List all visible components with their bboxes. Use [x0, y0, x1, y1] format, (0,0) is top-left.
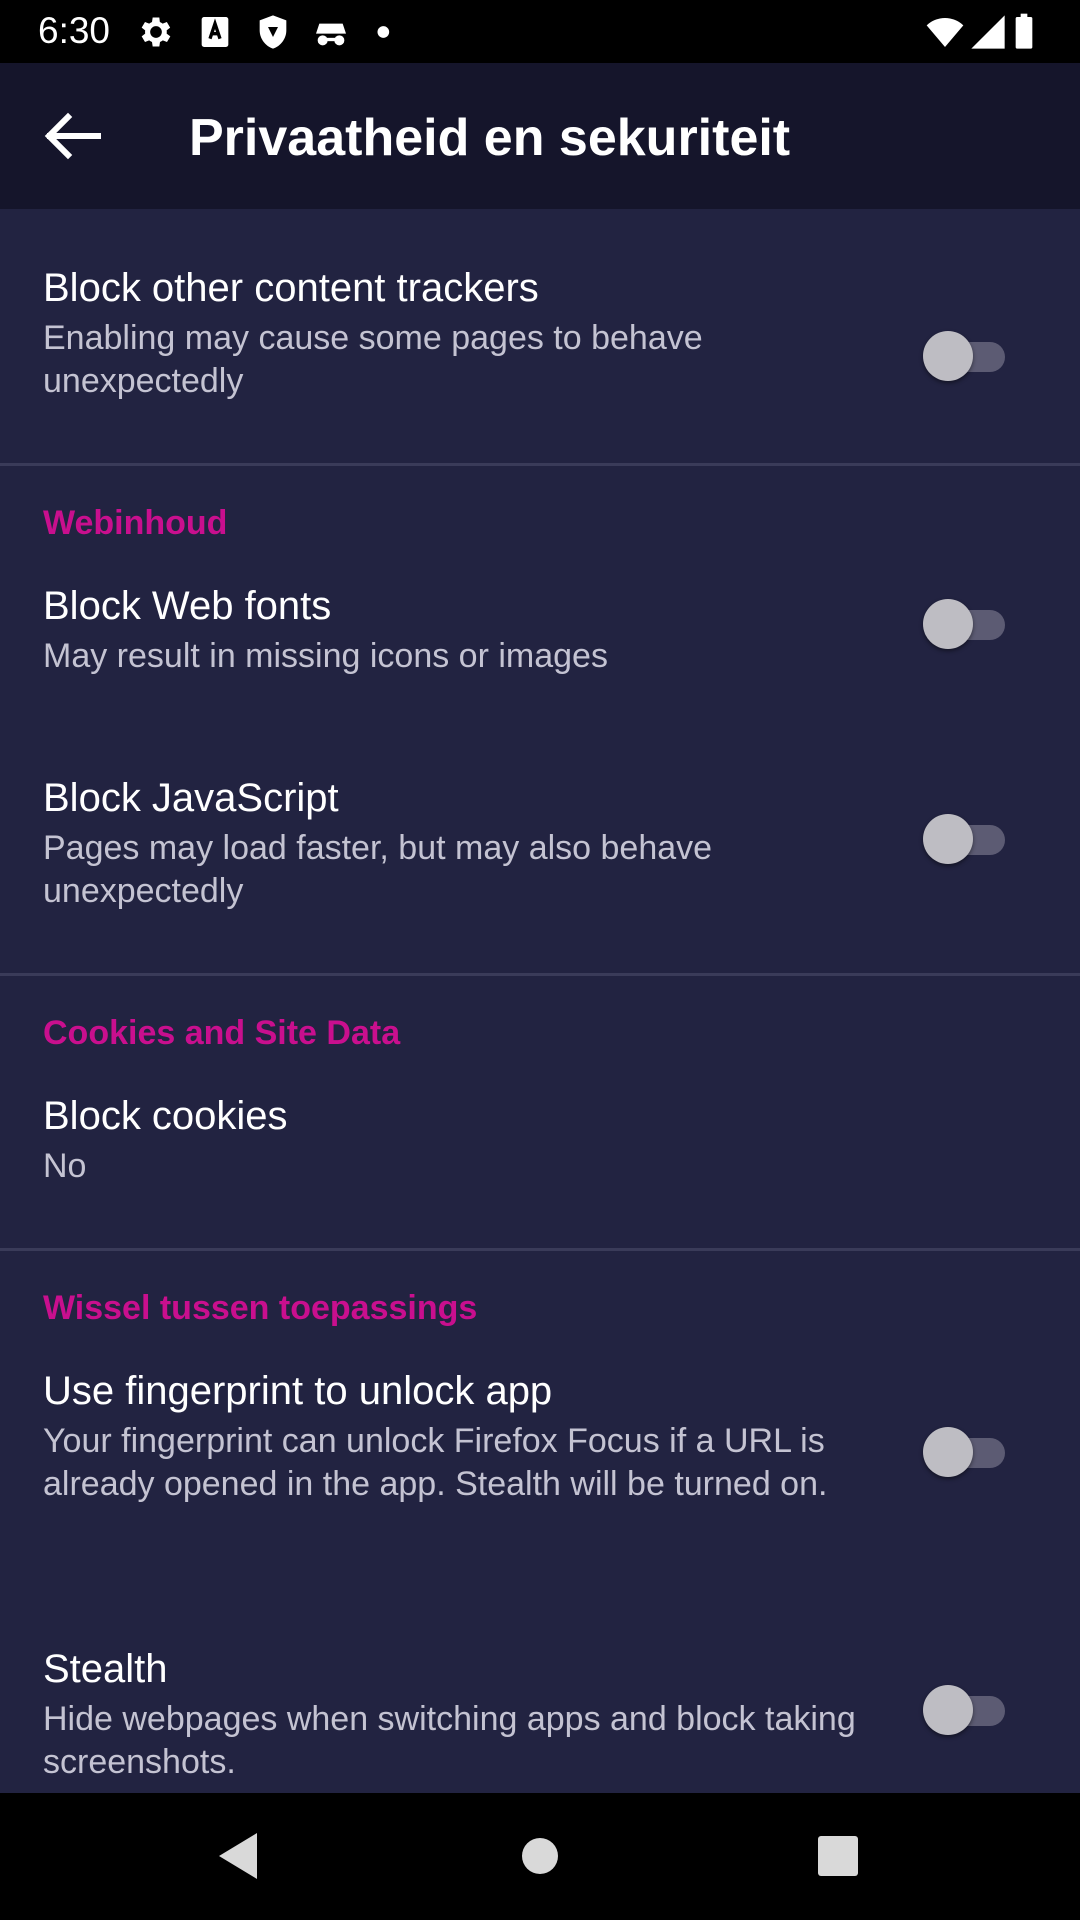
block-javascript-switch[interactable] [923, 814, 1009, 864]
translate-a-icon [195, 12, 235, 52]
divider [0, 1248, 1080, 1251]
divider [0, 463, 1080, 466]
fingerprint-unlock-switch[interactable] [923, 1427, 1009, 1477]
pref-title: Block Web fonts [43, 584, 332, 628]
app-bar: Privaatheid en sekuriteit [0, 63, 1080, 209]
pref-summary: May result in missing icons or images [43, 637, 608, 675]
switch-thumb [923, 1427, 973, 1477]
status-bar: 6:30 [0, 0, 1080, 63]
arrow-left-icon [44, 112, 101, 160]
triangle-back-icon [219, 1833, 257, 1879]
pref-title: Block other content trackers [43, 266, 539, 310]
wifi-icon [925, 12, 965, 52]
section-header-wissel: Wissel tussen toepassings [43, 1289, 478, 1327]
status-time: 6:30 [38, 10, 111, 51]
cell-signal-icon [968, 12, 1008, 52]
pref-block-javascript[interactable]: Block JavaScript Pages may load faster, … [0, 774, 1080, 924]
page-title: Privaatheid en sekuriteit [189, 109, 791, 167]
pref-fingerprint-unlock[interactable]: Use fingerprint to unlock app Your finge… [0, 1367, 1080, 1557]
section-header-webinhoud: Webinhoud [43, 504, 228, 542]
settings-list[interactable]: Block other content trackers Enabling ma… [0, 209, 1080, 1793]
nav-recents-button[interactable] [803, 1821, 873, 1891]
dot-icon [370, 12, 410, 52]
pref-summary: Hide webpages when switching apps and bl… [43, 1700, 856, 1781]
switch-thumb [923, 1685, 973, 1735]
block-web-fonts-switch[interactable] [923, 599, 1009, 649]
stealth-switch[interactable] [923, 1685, 1009, 1735]
pref-summary: Pages may load faster, but may also beha… [43, 829, 713, 910]
pref-stealth[interactable]: Stealth Hide webpages when switching app… [0, 1645, 1080, 1793]
pref-block-cookies[interactable]: Block cookies No [0, 1092, 1080, 1202]
divider [0, 973, 1080, 976]
pref-title: Use fingerprint to unlock app [43, 1369, 553, 1413]
nav-back-button[interactable] [203, 1821, 273, 1891]
battery-icon [1012, 12, 1042, 52]
section-header-cookies: Cookies and Site Data [43, 1014, 401, 1052]
back-button[interactable] [30, 101, 118, 171]
pref-title: Stealth [43, 1647, 168, 1691]
gear-icon [136, 12, 176, 52]
pref-summary: Enabling may cause some pages to behave … [43, 319, 703, 400]
pref-title: Block cookies [43, 1094, 288, 1138]
pref-title: Block JavaScript [43, 776, 339, 820]
switch-thumb [923, 599, 973, 649]
nav-home-button[interactable] [505, 1821, 575, 1891]
pref-block-web-fonts[interactable]: Block Web fonts May result in missing ic… [0, 582, 1080, 692]
switch-thumb [923, 814, 973, 864]
square-recents-icon [818, 1836, 858, 1876]
incognito-icon [311, 12, 351, 52]
circle-home-icon [522, 1838, 558, 1874]
pref-summary: No [43, 1147, 87, 1185]
shield-icon [253, 12, 293, 52]
switch-thumb [923, 331, 973, 381]
navigation-bar [0, 1793, 1080, 1920]
block-other-trackers-switch[interactable] [923, 331, 1009, 381]
pref-block-other-trackers[interactable]: Block other content trackers Enabling ma… [0, 264, 1080, 414]
pref-summary: Your fingerprint can unlock Firefox Focu… [43, 1422, 828, 1503]
